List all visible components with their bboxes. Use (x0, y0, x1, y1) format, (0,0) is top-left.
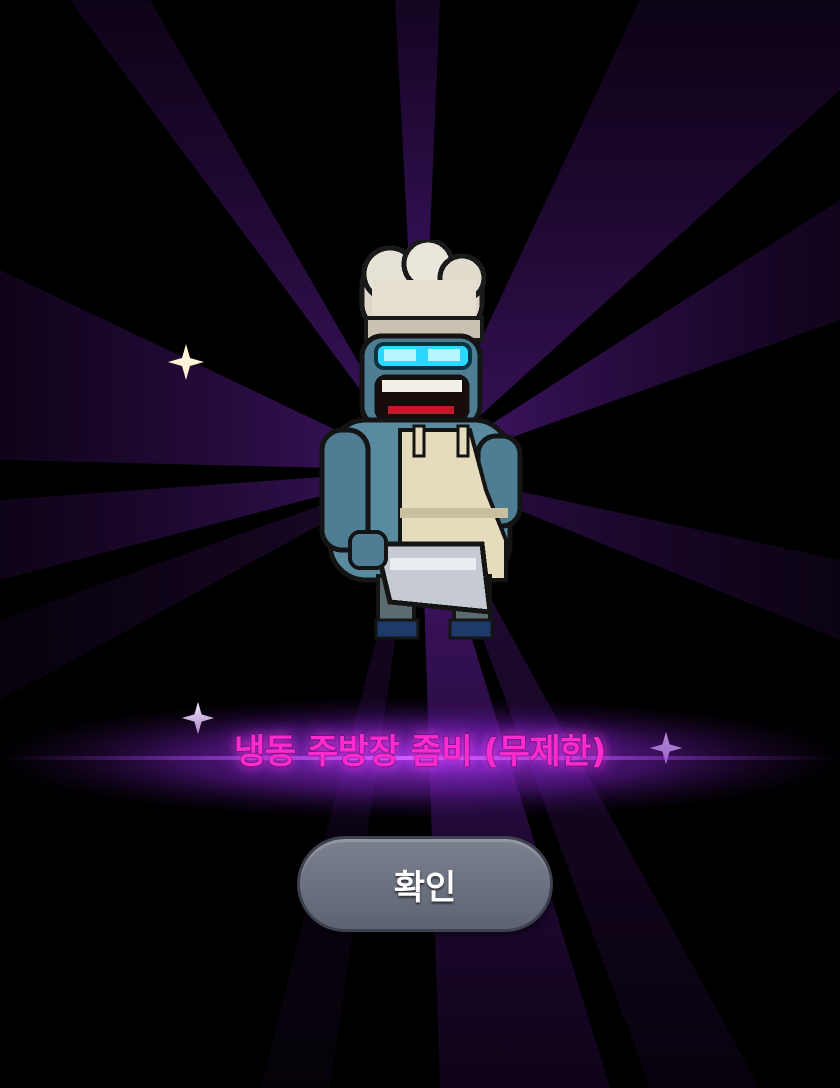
sparkle-icon (168, 344, 204, 380)
reward-name-banner: 냉동 주방장 좀비 (무제한) (0, 690, 840, 820)
confirm-button-label: 확인 (393, 867, 457, 908)
zombie-head (359, 333, 483, 429)
frozen-chef-zombie-sprite (319, 240, 523, 640)
confirm-button[interactable]: 확인 (297, 836, 553, 932)
reward-popup-scene: 냉동 주방장 좀비 (무제한) 확인 (0, 0, 840, 1088)
chef-hat (359, 240, 487, 342)
reward-name: 냉동 주방장 좀비 (무제한) (234, 732, 606, 772)
